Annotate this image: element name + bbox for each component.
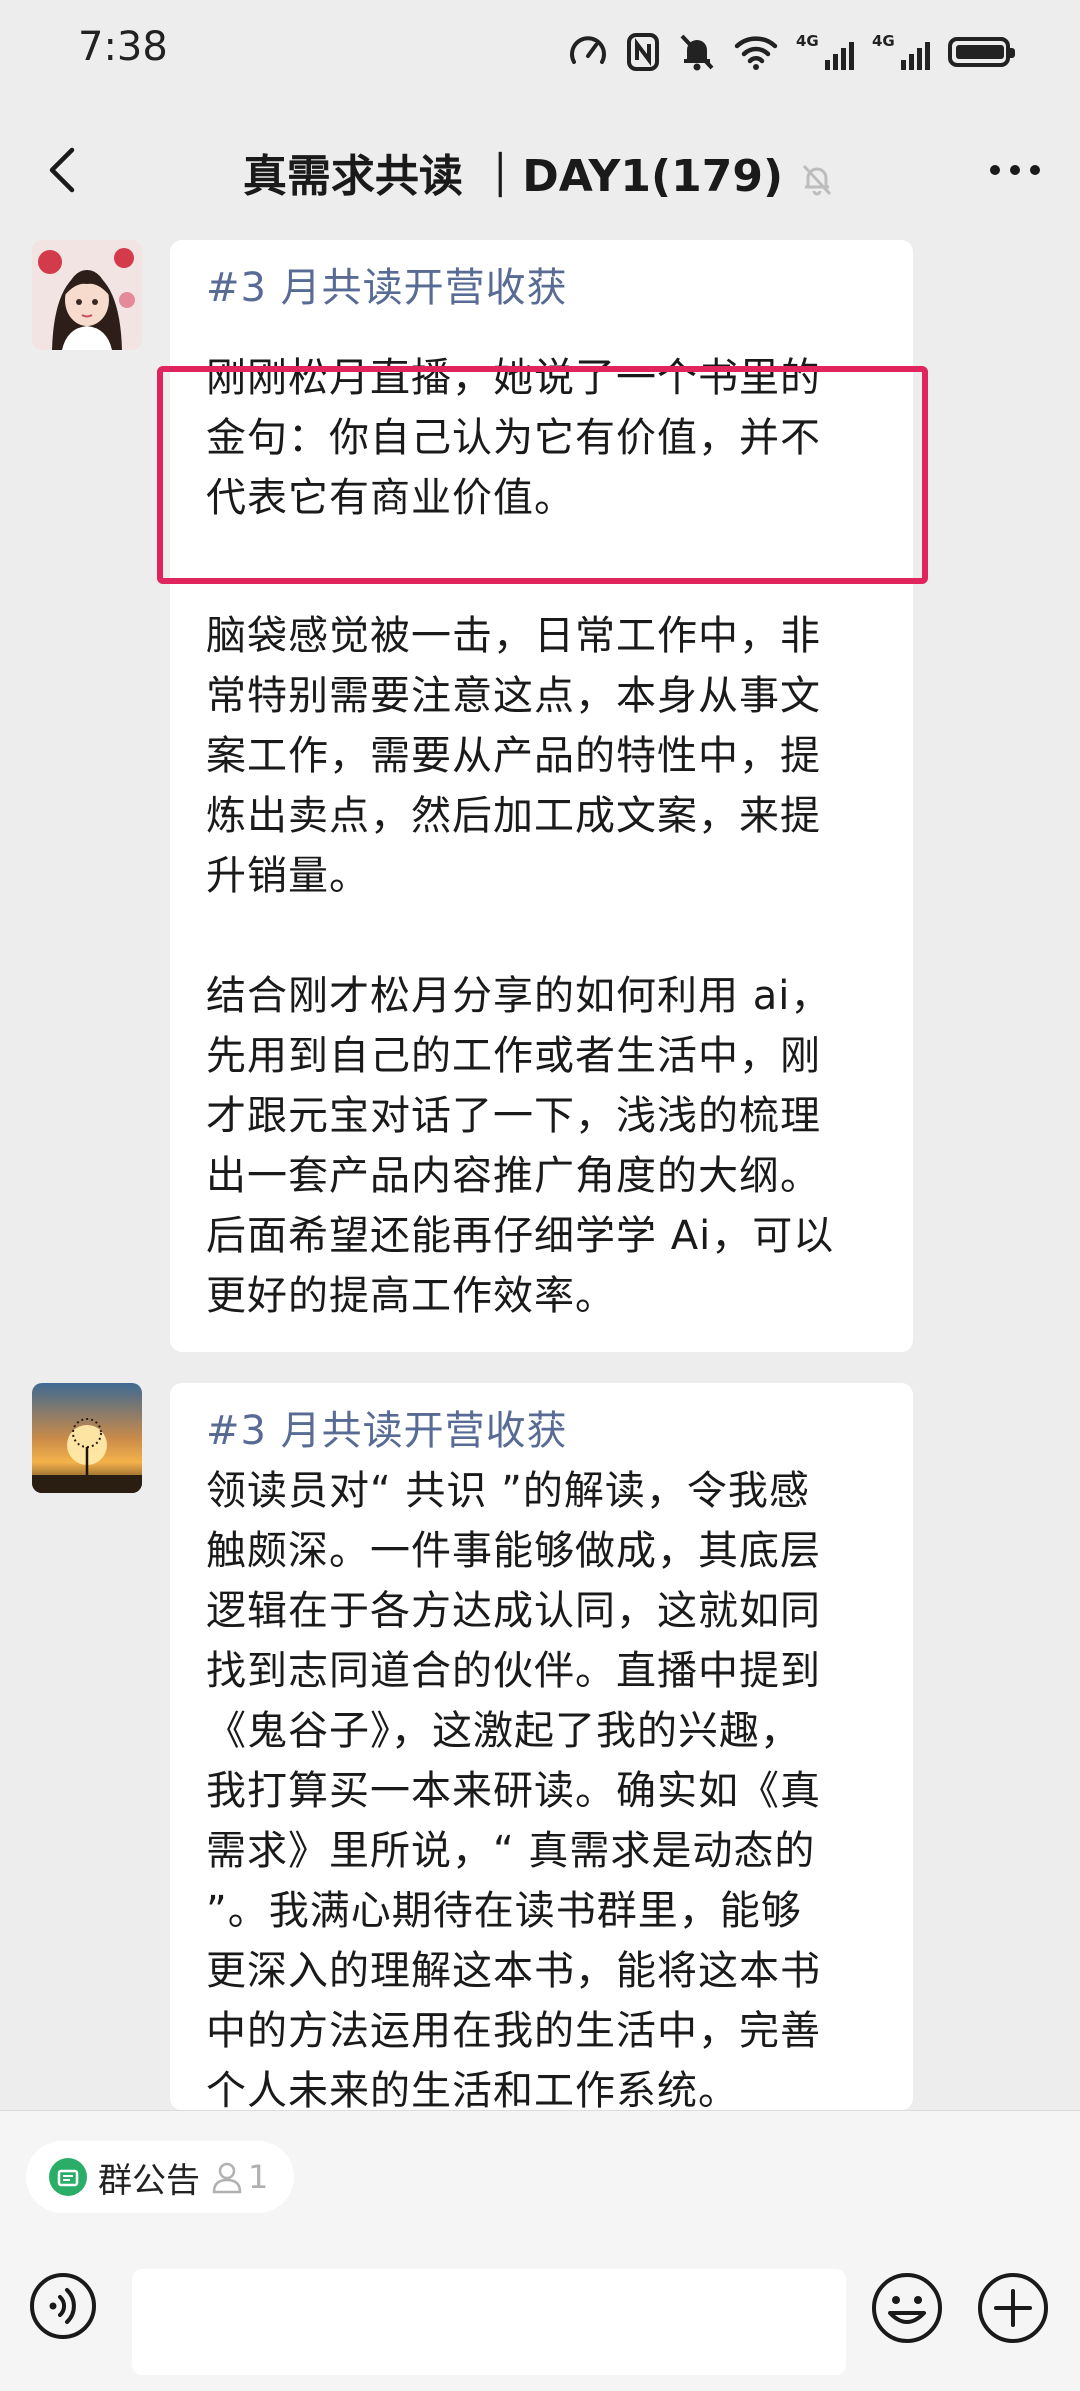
plus-icon[interactable] (976, 2271, 1050, 2345)
message-bubble-1[interactable]: #3 月共读开营收获 刚刚松月直播，她说了一个书里的 金句：你自己认为它有价值，… (170, 240, 913, 1352)
voice-input-icon[interactable] (28, 2271, 98, 2341)
message-body-text: 脑袋感觉被一击，日常工作中，非 常特别需要注意这点，本身从事文 案工作，需要从产… (206, 613, 835, 1319)
signal-4g-icon: 4G (796, 32, 854, 72)
wifi-icon (734, 36, 778, 70)
avatar-user-2[interactable] (32, 1383, 142, 1493)
message-body-text: 领读员对“ 共识 ”的解读，令我感 触颇深。一件事能够做成，其底层 逻辑在于各方… (206, 1468, 821, 2114)
group-notice-count-value: 1 (248, 2158, 269, 2196)
message-hashtag[interactable]: #3 月共读开营收获 (206, 258, 877, 318)
network-label: 4G (796, 32, 819, 50)
chat-input-bar (0, 2241, 1080, 2391)
network-label-2: 4G (872, 32, 895, 50)
message-hashtag[interactable]: #3 月共读开营收获 (206, 1401, 877, 1461)
group-notice-chip[interactable]: 群公告 1 (26, 2141, 295, 2213)
status-bar: 7:38 4G 4G (0, 0, 1080, 110)
status-icons: 4G 4G (568, 30, 1015, 74)
speed-gauge-icon (570, 36, 606, 64)
signal-4g-icon-2: 4G (872, 32, 930, 72)
chat-title-text: 真需求共读 ｜DAY1(179) (242, 151, 784, 202)
chat-header: 真需求共读 ｜DAY1(179) (0, 110, 1080, 230)
chat-title: 真需求共读 ｜DAY1(179) (0, 140, 1080, 204)
emoji-icon[interactable] (870, 2271, 944, 2345)
status-time: 7:38 (78, 24, 168, 70)
more-options-icon[interactable] (980, 140, 1050, 200)
group-notice-count: 1 (210, 2158, 268, 2196)
group-notice-label: 群公告 (98, 2160, 200, 2201)
bottom-panel: 群公告 1 (0, 2110, 1080, 2391)
group-notice-icon (49, 2158, 87, 2196)
person-icon (212, 2162, 242, 2194)
message-highlight-text: 刚刚松月直播，她说了一个书里的 金句：你自己认为它有价值，并不 代表它有商业价值… (206, 355, 821, 521)
mute-icon (803, 164, 832, 196)
mute-bell-icon (680, 34, 714, 71)
battery-icon (948, 37, 1015, 67)
message-input[interactable] (132, 2269, 846, 2375)
nfc-icon (627, 33, 659, 71)
message-bubble-2[interactable]: #3 月共读开营收获 领读员对“ 共识 ”的解读，令我感 触颇深。一件事能够做成… (170, 1383, 913, 2114)
avatar-user-1[interactable] (32, 240, 142, 350)
